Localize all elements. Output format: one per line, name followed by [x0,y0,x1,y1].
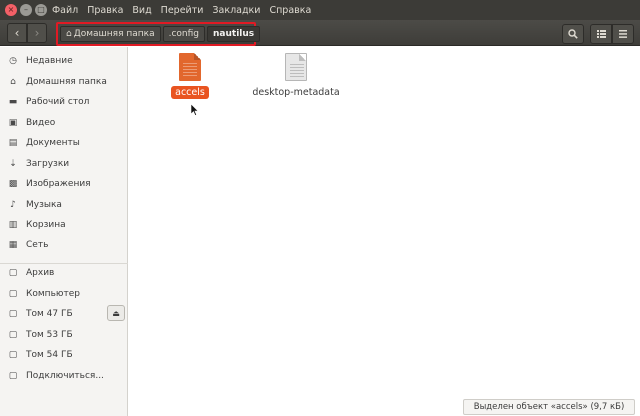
sidebar-item-label: Документы [26,138,80,148]
sidebar-item-volume-54[interactable]: ▢ Том 54 ГБ [0,345,128,365]
back-button[interactable]: ‹ [7,23,27,43]
forward-button[interactable]: › [27,23,47,43]
menu-view[interactable]: Вид [132,5,151,16]
sidebar-item-label: Том 47 ГБ [26,309,73,319]
connect-icon: ▢ [8,371,18,381]
minimize-window-button[interactable]: – [20,4,32,16]
documents-icon: ▤ [8,138,18,148]
menu-file[interactable]: Файл [52,5,78,16]
sidebar-item-label: Рабочий стол [26,97,90,107]
drive-icon: ▢ [8,268,18,278]
sidebar-item-video[interactable]: ▣ Видео [0,113,128,133]
close-icon: × [7,5,15,14]
menu-edit[interactable]: Правка [87,5,123,16]
breadcrumb-label: Домашняя папка [73,29,155,39]
status-text: Выделен объект «accels» (9,7 кБ) [473,402,625,412]
sidebar-item-network[interactable]: ▦ Сеть [0,235,128,255]
breadcrumb-label: .config [168,29,200,39]
menu-bar: × – □ Файл Правка Вид Перейти Закладки С… [0,0,640,20]
sidebar-item-music[interactable]: ♪ Музыка [0,195,128,215]
sidebar-item-volume-53[interactable]: ▢ Том 53 ГБ [0,325,128,345]
menu-list: Файл Правка Вид Перейти Закладки Справка [52,0,320,20]
breadcrumb-home[interactable]: ⌂ Домашняя папка [60,26,161,42]
chevron-right-icon: › [34,26,40,40]
list-view-button[interactable] [590,24,612,44]
pictures-icon: ▩ [8,179,18,189]
drive-icon: ▢ [8,289,18,299]
music-icon: ♪ [10,200,16,210]
menu-bookmarks[interactable]: Закладки [212,5,260,16]
drive-icon: ▢ [8,330,18,340]
search-icon [568,29,578,39]
hamburger-icon [619,30,627,38]
breadcrumb-nautilus[interactable]: nautilus [207,26,261,42]
chevron-left-icon: ‹ [14,26,20,40]
sidebar-item-connect[interactable]: ▢ Подключиться... [0,366,128,386]
search-button[interactable] [562,24,584,44]
trash-icon: ▥ [8,220,18,230]
text-file-icon [285,53,307,81]
breadcrumb: ⌂ Домашняя папка .config nautilus [56,22,261,46]
sidebar-item-home[interactable]: ⌂ Домашняя папка [0,72,128,92]
file-item-desktop-metadata[interactable]: desktop-metadata [251,53,341,99]
minimize-icon: – [24,5,28,14]
network-icon: ▦ [8,240,18,250]
file-name: desktop-metadata [252,87,340,98]
sidebar: ◷ Недавние ⌂ Домашняя папка ▬ Рабочий ст… [0,47,128,416]
file-view[interactable]: accels desktop-metadata [129,47,640,416]
sidebar-item-downloads[interactable]: ⇣ Загрузки [0,154,128,174]
close-window-button[interactable]: × [5,4,17,16]
video-icon: ▣ [8,118,18,128]
list-view-icon [596,30,606,38]
desktop-icon: ▬ [8,97,18,107]
text-file-icon [179,53,201,81]
sidebar-item-label: Музыка [26,200,62,210]
recent-icon: ◷ [9,56,17,66]
sidebar-item-label: Видео [26,118,56,128]
menu-button[interactable] [612,24,634,44]
home-icon: ⌂ [66,29,72,39]
sidebar-item-label: Том 53 ГБ [26,330,73,340]
status-bar: Выделен объект «accels» (9,7 кБ) [463,399,635,415]
breadcrumb-config[interactable]: .config [162,26,206,42]
sidebar-item-archive[interactable]: ▢ Архив [0,263,128,283]
eject-icon: ⏏ [112,308,120,318]
sidebar-item-desktop[interactable]: ▬ Рабочий стол [0,92,128,112]
sidebar-item-label: Недавние [26,56,73,66]
menu-help[interactable]: Справка [269,5,311,16]
home-icon: ⌂ [10,77,16,87]
sidebar-item-label: Сеть [26,240,49,250]
maximize-window-button[interactable]: □ [35,4,47,16]
file-name: accels [171,86,209,99]
drive-icon: ▢ [8,350,18,360]
sidebar-item-label: Том 54 ГБ [26,350,73,360]
file-item-accels[interactable]: accels [165,53,215,99]
sidebar-item-label: Изображения [26,179,91,189]
sidebar-item-recent[interactable]: ◷ Недавние [0,51,128,71]
sidebar-item-pictures[interactable]: ▩ Изображения [0,174,128,194]
sidebar-item-label: Домашняя папка [26,77,107,87]
breadcrumb-label: nautilus [213,29,255,39]
sidebar-item-label: Архив [26,268,55,278]
maximize-icon: □ [37,5,45,14]
sidebar-item-documents[interactable]: ▤ Документы [0,133,128,153]
sidebar-item-label: Загрузки [26,159,70,169]
menu-go[interactable]: Перейти [161,5,204,16]
downloads-icon: ⇣ [9,159,17,169]
eject-button[interactable]: ⏏ [107,305,125,321]
sidebar-item-label: Подключиться... [26,371,104,381]
sidebar-item-trash[interactable]: ▥ Корзина [0,215,128,235]
mouse-cursor-icon [191,104,199,116]
sidebar-item-label: Корзина [26,220,66,230]
sidebar-item-label: Компьютер [26,289,80,299]
sidebar-item-computer[interactable]: ▢ Компьютер [0,284,128,304]
drive-icon: ▢ [8,309,18,319]
